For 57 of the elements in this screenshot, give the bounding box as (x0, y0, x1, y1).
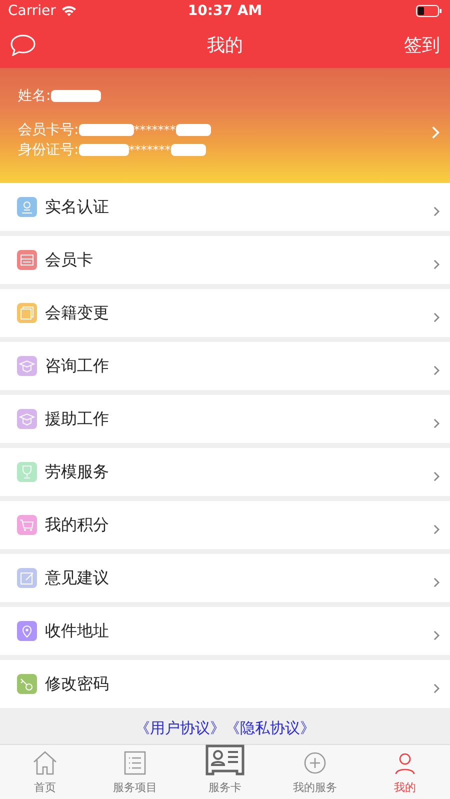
menu-item[interactable]: 修改密码 (0, 660, 450, 708)
chevron-icon (433, 682, 440, 694)
name-label: 姓名: (18, 87, 51, 105)
chevron-icon (433, 524, 440, 534)
redaction-mark (50, 90, 101, 102)
wifi-icon (60, 5, 77, 17)
clock: 10:37 AM (188, 3, 262, 19)
menu-item-label: 会籍变更 (45, 302, 109, 324)
menu-item-label: 收件地址 (45, 620, 109, 642)
tab[interactable]: 服务项目 (90, 745, 180, 799)
menu-item-label: 意见建议 (45, 568, 109, 588)
menu-item[interactable]: 收件地址 (0, 607, 450, 655)
menu-item-label: 会员卡 (45, 250, 93, 270)
chat-bubble-icon[interactable] (10, 34, 36, 56)
card-number-value: ******* (134, 123, 176, 137)
check-in-button[interactable]: 签到 (404, 33, 440, 57)
menu-item-label: 援助工作 (45, 408, 109, 430)
menu-item[interactable]: 会籍变更 (0, 289, 450, 337)
page-title: 我的 (207, 34, 243, 57)
chevron-icon (433, 576, 440, 588)
chevron-icon (431, 125, 440, 140)
card-number-label: 会员卡号: (18, 121, 79, 139)
redaction-mark (78, 144, 129, 156)
menu-item[interactable]: 实名认证 (0, 183, 450, 231)
home-icon (32, 750, 58, 776)
tab[interactable]: 首页 (0, 745, 90, 799)
menu-item[interactable]: 会员卡 (0, 236, 450, 284)
menu-item[interactable]: 劳模服务 (0, 448, 450, 496)
menu-item-label: 我的积分 (45, 514, 109, 536)
carrier-label: Carrier (8, 3, 56, 19)
chevron-icon (433, 418, 440, 428)
battery-icon (416, 5, 442, 17)
tab[interactable]: 服务卡 (180, 745, 270, 799)
id-number-value: ******* (128, 143, 171, 157)
tab[interactable]: 我的 (360, 745, 450, 799)
id-number-label: 身份证号: (18, 141, 79, 159)
chevron-icon (433, 630, 440, 640)
chevron-icon (433, 364, 440, 376)
menu-item-label: 咨询工作 (45, 356, 109, 376)
chevron-icon (433, 258, 440, 270)
chevron-icon (433, 206, 440, 216)
redaction-mark (78, 124, 134, 136)
agreement-links[interactable]: 《用户协议》《隐私协议》 (135, 718, 315, 738)
menu-item[interactable]: 援助工作 (0, 395, 450, 443)
menu-item-label: 劳模服务 (45, 462, 109, 482)
menu-item-label: 修改密码 (45, 674, 109, 694)
list-icon (122, 750, 148, 776)
menu-item[interactable]: 意见建议 (0, 554, 450, 602)
chevron-icon (433, 312, 440, 322)
chevron-icon (433, 470, 440, 482)
menu-item[interactable]: 咨询工作 (0, 342, 450, 390)
tab[interactable]: 我的服务 (270, 745, 360, 799)
menu-item[interactable]: 我的积分 (0, 501, 450, 549)
id-card-icon (205, 744, 245, 776)
redaction-mark (176, 124, 211, 136)
redaction-mark (170, 144, 206, 156)
menu-item-label: 实名认证 (45, 196, 109, 218)
